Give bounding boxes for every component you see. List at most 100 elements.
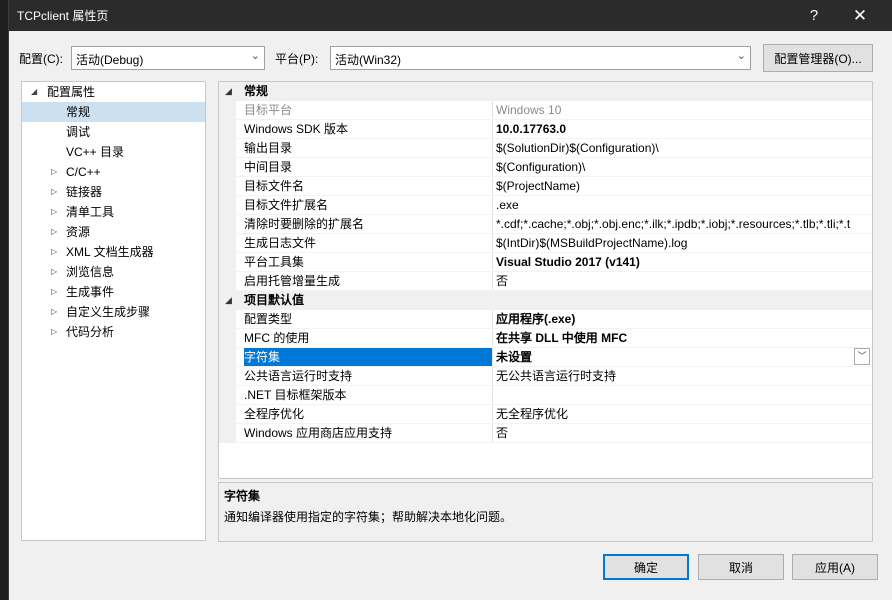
column-divider[interactable] (492, 158, 493, 177)
platform-combo[interactable]: 活动(Win32) ⌄ (330, 46, 751, 70)
property-value[interactable]: .exe (496, 196, 872, 215)
tree-item[interactable]: ▷ XML 文档生成器 (22, 242, 205, 262)
tree-item[interactable]: ▷ 链接器 (22, 182, 205, 202)
row-gutter (219, 139, 236, 158)
tree-item[interactable]: ▷ C/C++ (22, 162, 205, 182)
property-name: 配置类型 (244, 312, 293, 326)
tree-item[interactable]: VC++ 目录 (22, 142, 205, 162)
chevron-down-icon[interactable]: ﹀ (854, 348, 870, 365)
expand-arrow-icon[interactable]: ▷ (51, 202, 57, 222)
property-row[interactable]: 输出目录 $(SolutionDir)$(Configuration)\ (219, 139, 872, 158)
apply-button[interactable]: 应用(A) (792, 554, 878, 580)
property-value[interactable]: $(IntDir)$(MSBuildProjectName).log (496, 234, 872, 253)
property-row[interactable]: 目标文件名 $(ProjectName) (219, 177, 872, 196)
column-divider[interactable] (492, 272, 493, 291)
column-divider[interactable] (492, 196, 493, 215)
collapse-arrow-icon[interactable]: ◢ (31, 82, 37, 102)
property-name: Windows 应用商店应用支持 (244, 426, 393, 440)
property-row[interactable]: 启用托管增量生成 否 (219, 272, 872, 291)
close-button[interactable]: ✕ (838, 0, 882, 31)
property-value[interactable]: Windows 10 (496, 101, 872, 120)
column-divider[interactable] (492, 234, 493, 253)
expand-arrow-icon[interactable]: ▷ (51, 302, 57, 322)
category-header[interactable]: ◢ 常规 (219, 82, 872, 101)
column-divider[interactable] (492, 367, 493, 386)
property-row[interactable]: 中间目录 $(Configuration)\ (219, 158, 872, 177)
column-divider[interactable] (492, 120, 493, 139)
column-divider[interactable] (492, 215, 493, 234)
property-row[interactable]: 清除时要删除的扩展名 *.cdf;*.cache;*.obj;*.obj.enc;… (219, 215, 872, 234)
column-divider[interactable] (492, 253, 493, 272)
property-value[interactable]: $(Configuration)\ (496, 158, 872, 177)
tree-item[interactable]: ▷ 自定义生成步骤 (22, 302, 205, 322)
platform-value: 活动(Win32) (335, 53, 402, 67)
help-button[interactable]: ? (792, 0, 836, 31)
collapse-arrow-icon[interactable]: ◢ (225, 291, 232, 309)
property-row[interactable]: .NET 目标框架版本 (219, 386, 872, 405)
chevron-down-icon: ⌄ (250, 50, 260, 62)
tree-item[interactable]: ▷ 浏览信息 (22, 262, 205, 282)
property-value[interactable]: *.cdf;*.cache;*.obj;*.obj.enc;*.ilk;*.ip… (496, 215, 872, 234)
property-row[interactable]: 公共语言运行时支持 无公共语言运行时支持 (219, 367, 872, 386)
property-value[interactable]: 10.0.17763.0 (496, 120, 872, 139)
property-row[interactable]: Windows SDK 版本 10.0.17763.0 (219, 120, 872, 139)
expand-arrow-icon[interactable]: ▷ (51, 222, 57, 242)
column-divider[interactable] (492, 348, 493, 367)
tree-item-label: C/C++ (66, 165, 101, 179)
column-divider[interactable] (492, 101, 493, 120)
property-value[interactable]: 否 (496, 272, 872, 291)
property-value[interactable]: 否 (496, 424, 872, 443)
property-row[interactable]: 目标文件扩展名 .exe (219, 196, 872, 215)
expand-arrow-icon[interactable]: ▷ (51, 162, 57, 182)
collapse-arrow-icon[interactable]: ◢ (225, 82, 232, 100)
property-row[interactable]: MFC 的使用 在共享 DLL 中使用 MFC (219, 329, 872, 348)
column-divider[interactable] (492, 424, 493, 443)
column-divider[interactable] (492, 405, 493, 424)
property-value[interactable]: $(ProjectName) (496, 177, 872, 196)
tree-item[interactable]: 调试 (22, 122, 205, 142)
tree-item[interactable]: 常规 (22, 102, 205, 122)
property-row[interactable]: 字符集 未设置 ﹀ (219, 348, 872, 367)
property-value[interactable]: 无公共语言运行时支持 (496, 367, 872, 386)
tree-item[interactable]: ◢ 配置属性 (22, 82, 205, 102)
expand-arrow-icon[interactable]: ▷ (51, 242, 57, 262)
property-name: .NET 目标框架版本 (244, 388, 347, 402)
property-value[interactable]: Visual Studio 2017 (v141) (496, 253, 872, 272)
property-row[interactable]: 配置类型 应用程序(.exe) (219, 310, 872, 329)
property-row[interactable]: Windows 应用商店应用支持 否 (219, 424, 872, 443)
property-value[interactable]: 无全程序优化 (496, 405, 872, 424)
config-manager-button[interactable]: 配置管理器(O)... (763, 44, 873, 72)
column-divider[interactable] (492, 177, 493, 196)
column-divider[interactable] (492, 386, 493, 405)
tree-item[interactable]: ▷ 资源 (22, 222, 205, 242)
property-row[interactable]: 生成日志文件 $(IntDir)$(MSBuildProjectName).log (219, 234, 872, 253)
property-row[interactable]: 平台工具集 Visual Studio 2017 (v141) (219, 253, 872, 272)
property-value[interactable]: 未设置 (496, 348, 872, 367)
column-divider[interactable] (492, 310, 493, 329)
window-title: TCPclient 属性页 (17, 9, 109, 23)
category-header[interactable]: ◢ 项目默认值 (219, 291, 872, 310)
tree-item[interactable]: ▷ 代码分析 (22, 322, 205, 342)
tree-item[interactable]: ▷ 生成事件 (22, 282, 205, 302)
expand-arrow-icon[interactable]: ▷ (51, 282, 57, 302)
title-bar: TCPclient 属性页 ? ✕ (9, 0, 892, 31)
column-divider[interactable] (492, 329, 493, 348)
config-combo[interactable]: 活动(Debug) ⌄ (71, 46, 265, 70)
row-gutter (219, 348, 236, 367)
property-value[interactable]: 在共享 DLL 中使用 MFC (496, 329, 872, 348)
expand-arrow-icon[interactable]: ▷ (51, 262, 57, 282)
tree-item-label: 链接器 (66, 185, 103, 199)
property-value[interactable] (496, 386, 872, 405)
property-value[interactable]: 应用程序(.exe) (496, 310, 872, 329)
tree-item[interactable]: ▷ 清单工具 (22, 202, 205, 222)
property-row[interactable]: 目标平台 Windows 10 (219, 101, 872, 120)
property-row[interactable]: 全程序优化 无全程序优化 (219, 405, 872, 424)
expand-arrow-icon[interactable]: ▷ (51, 322, 57, 342)
description-panel: 字符集 通知编译器使用指定的字符集；帮助解决本地化问题。 (218, 482, 873, 542)
property-value[interactable]: $(SolutionDir)$(Configuration)\ (496, 139, 872, 158)
expand-arrow-icon[interactable]: ▷ (51, 182, 57, 202)
tree-item-label: 生成事件 (66, 285, 115, 299)
cancel-button[interactable]: 取消 (698, 554, 784, 580)
column-divider[interactable] (492, 139, 493, 158)
ok-button[interactable]: 确定 (603, 554, 689, 580)
